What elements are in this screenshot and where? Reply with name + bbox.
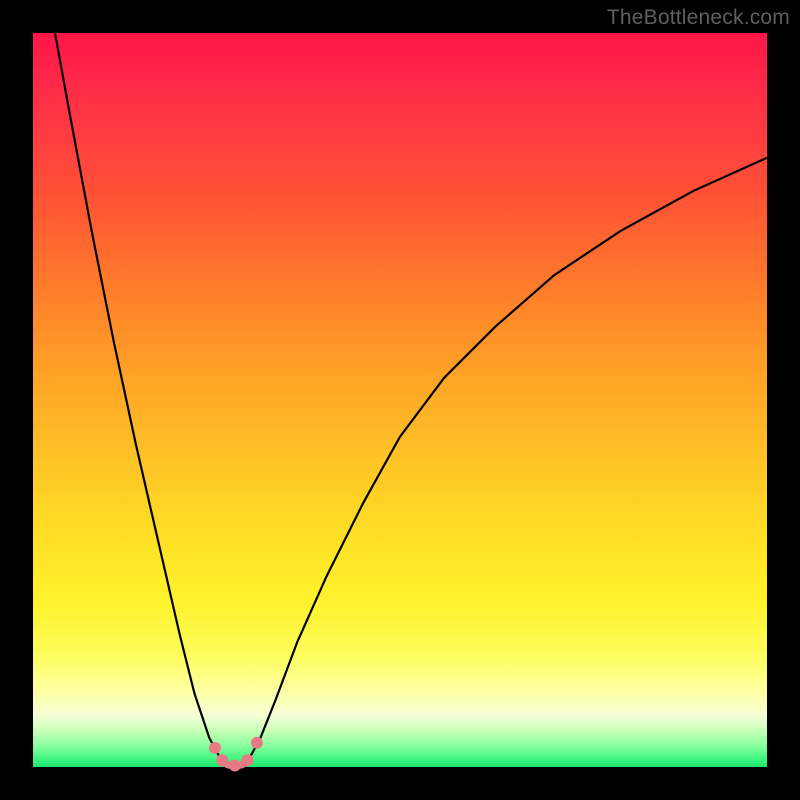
trough-dot <box>229 760 241 772</box>
trough-dot <box>241 754 253 766</box>
right-branch-curve <box>250 158 768 758</box>
trough-dot <box>216 754 228 766</box>
chart-frame: TheBottleneck.com <box>0 0 800 800</box>
trough-dot <box>209 742 221 754</box>
trough-dot <box>251 737 263 749</box>
chart-svg <box>33 33 767 767</box>
left-branch-curve <box>55 33 220 758</box>
watermark-text: TheBottleneck.com <box>607 6 790 30</box>
